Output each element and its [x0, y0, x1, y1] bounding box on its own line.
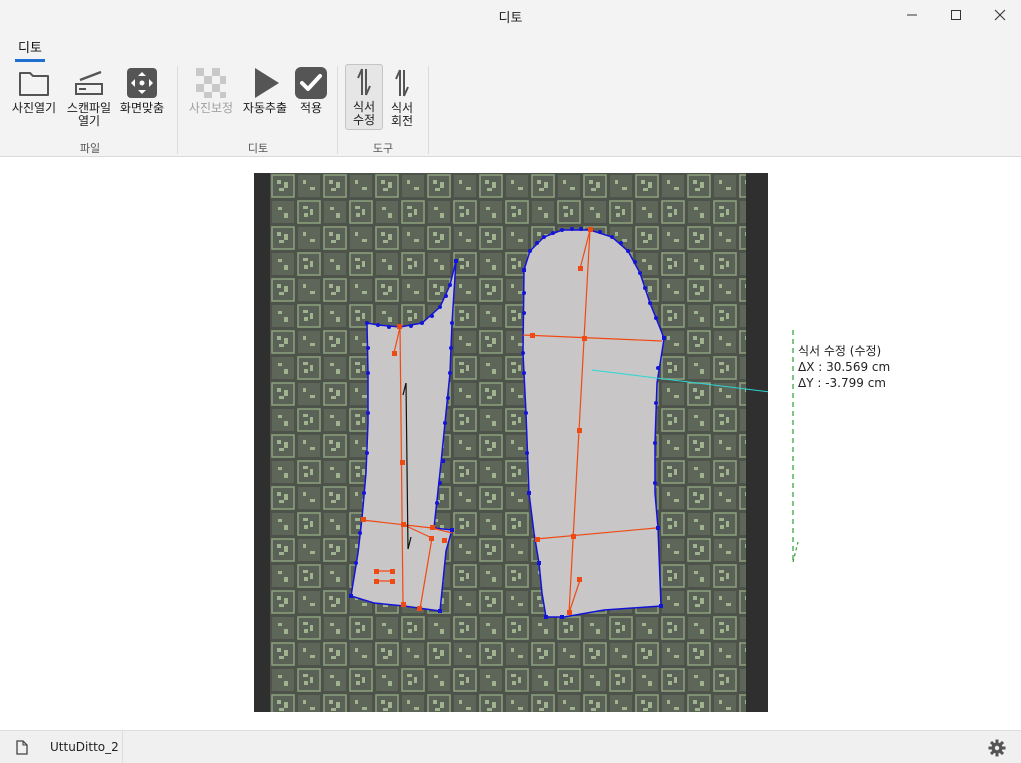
- gear-icon[interactable]: [988, 739, 1006, 757]
- apply-button[interactable]: 적용: [293, 66, 329, 115]
- folder-icon: [19, 72, 49, 96]
- status-bar: UttuDitto_2: [0, 730, 1021, 763]
- close-icon: [994, 9, 1006, 21]
- grain-line-icon: [357, 68, 371, 96]
- play-icon: [255, 68, 279, 98]
- checkerboard-icon: [196, 68, 226, 98]
- group-label-tools: 도구: [372, 142, 394, 155]
- group-label-ditto: 디토: [247, 142, 269, 155]
- annotation-title: 식서 수정 (수정): [798, 344, 882, 358]
- pattern-canvas[interactable]: [254, 173, 768, 712]
- grain-rotate-button[interactable]: 식서 회전: [384, 66, 420, 128]
- file-name: UttuDitto_2: [50, 740, 119, 754]
- fit-screen-label: 화면맞춤: [119, 101, 165, 115]
- maximize-button[interactable]: [933, 0, 979, 30]
- open-photo-button[interactable]: 사진열기: [8, 66, 60, 115]
- scanner-icon: [75, 70, 103, 95]
- grain-edit-label-1: 식서: [352, 100, 376, 114]
- maximize-icon: [951, 10, 961, 20]
- cutting-mat: [270, 173, 746, 712]
- open-scan-label-1: 스캔파일: [66, 101, 112, 115]
- photo-correct-label: 사진보정: [188, 101, 234, 115]
- title-bar: 디토: [0, 0, 1021, 30]
- document-tab[interactable]: UttuDitto_2: [0, 731, 123, 763]
- fit-screen-button[interactable]: 화면맞춤: [116, 66, 168, 115]
- grain-edit-button[interactable]: 식서 수정: [345, 64, 383, 130]
- open-scan-label-2: 열기: [77, 114, 101, 128]
- ribbon-separator: [337, 66, 338, 154]
- open-photo-label: 사진열기: [11, 101, 57, 115]
- group-label-file: 파일: [79, 142, 101, 155]
- document-icon: [16, 740, 28, 755]
- photo-correct-button[interactable]: 사진보정: [185, 66, 237, 115]
- annotation-dx: ΔX : 30.569 cm: [798, 360, 891, 374]
- ribbon-separator: [177, 66, 178, 154]
- sleeve-pattern-piece[interactable]: [522, 229, 665, 618]
- close-button[interactable]: [977, 0, 1021, 30]
- grain-edit-annotation: 식서 수정 (수정) ΔX : 30.569 cm ΔY : -3.799 cm: [798, 343, 890, 391]
- window-title: 디토: [498, 11, 523, 26]
- annotation-dy: ΔY : -3.799 cm: [798, 376, 886, 390]
- grain-rotate-label-2: 회전: [390, 114, 414, 128]
- grain-edit-label-2: 수정: [352, 113, 376, 127]
- apply-label: 적용: [299, 101, 323, 115]
- tab-ditto[interactable]: 디토: [15, 37, 45, 62]
- grain-rotate-label-1: 식서: [390, 101, 414, 115]
- minimize-button[interactable]: [889, 0, 935, 30]
- open-scan-button[interactable]: 스캔파일 열기: [62, 66, 116, 128]
- auto-extract-button[interactable]: 자동추출: [239, 66, 291, 115]
- ribbon: 디토 사진열기 스캔파일 열기 화면맞춤 사진보정 자동추출 적용 식서 수정 …: [0, 30, 1021, 157]
- fit-screen-icon: [127, 68, 157, 98]
- ribbon-separator: [428, 66, 429, 154]
- auto-extract-label: 자동추출: [242, 101, 288, 115]
- check-icon: [295, 67, 327, 99]
- minimize-icon: [907, 14, 917, 16]
- grain-rotate-icon: [395, 69, 409, 97]
